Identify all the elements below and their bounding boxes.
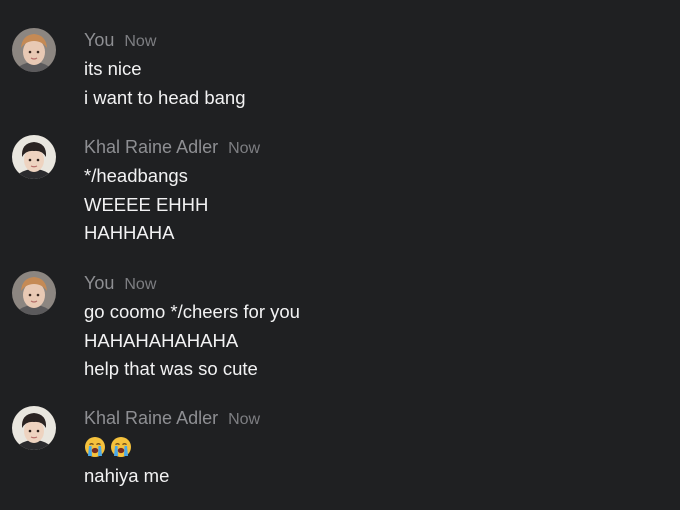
message-text: go coomo */cheers for you [84, 301, 300, 322]
author-name[interactable]: You [84, 30, 114, 50]
loudly-crying-face-icon [111, 437, 131, 458]
avatar-image [12, 28, 56, 72]
message-header: Khal Raine Adler Now [84, 406, 260, 430]
avatar-you[interactable] [12, 28, 56, 72]
message-text: HAHHAHA [84, 222, 175, 244]
message-content: Khal Raine Adler Now */headbangs WEEEE EH… [84, 135, 260, 248]
message-text: its nice [84, 58, 142, 79]
timestamp: Now [228, 140, 261, 157]
timestamp: Now [124, 33, 157, 50]
avatar-khal-raine-adler[interactable] [12, 406, 56, 450]
avatar-image [12, 406, 56, 450]
message-content: You Now its nice i want to head bang [84, 28, 246, 112]
timestamp: Now [228, 411, 261, 428]
timestamp: Now [124, 276, 157, 293]
message-header: You Now [84, 271, 300, 295]
message-text: */headbangs [84, 165, 188, 186]
author-name[interactable]: Khal Raine Adler [84, 137, 218, 157]
avatar-khal-raine-adler[interactable] [12, 135, 56, 179]
message-lines: its nice i want to head bang [84, 55, 246, 112]
message-text: help that was so cute [84, 358, 258, 380]
author-name[interactable]: You [84, 273, 114, 293]
author-name[interactable]: Khal Raine Adler [84, 408, 218, 428]
avatar-image [12, 271, 56, 315]
message-header: You Now [84, 28, 246, 52]
message-content: Khal Raine Adler Now nahiya me [84, 406, 260, 490]
message-content: You Now go coomo */cheers for you HAHAHAH… [84, 271, 300, 384]
message-lines: nahiya me [84, 433, 260, 490]
message-text: i want to head bang [84, 86, 246, 108]
emoji-line [84, 433, 260, 462]
message-text: HAHAHAHAHAHA [84, 329, 239, 351]
avatar-image [12, 135, 56, 179]
message-text: nahiya me [84, 464, 170, 486]
chat-message-list: You Now its nice i want to head bang Khal [0, 0, 680, 510]
avatar-you[interactable] [12, 271, 56, 315]
loudly-crying-face-icon [85, 437, 105, 458]
message-header: Khal Raine Adler Now [84, 135, 260, 159]
message-lines: */headbangs WEEEE EHHH HAHHAHA [84, 162, 260, 248]
message-text: WEEEE EHHH [84, 193, 209, 215]
message-lines: go coomo */cheers for you HAHAHAHAHAHA h… [84, 298, 300, 384]
